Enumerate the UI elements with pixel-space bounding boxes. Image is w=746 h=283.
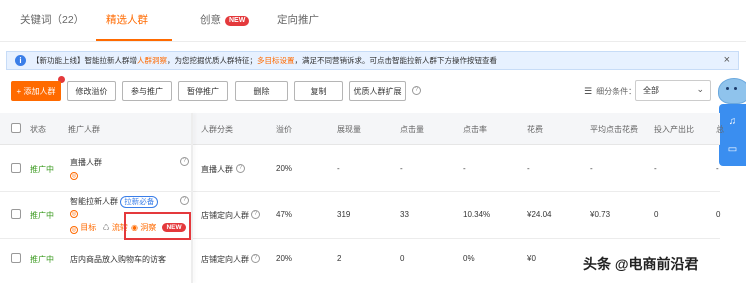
select-all-checkbox[interactable] [11,123,21,133]
help-icon[interactable]: ? [180,157,189,166]
tab-creative-label: 创意 [200,14,221,26]
impressions-value: 319 [337,210,351,219]
audience-category: 店铺定向人群 [201,255,249,264]
filter-select[interactable]: 全部 ⌄ [635,80,711,101]
audience-name: 直播人群 [70,158,102,167]
side-float-panel: ♫ ▭ [719,104,746,166]
audience-name: 智能拉新人群 [70,197,118,206]
delete-button[interactable]: 删除 [235,81,288,101]
tab-selected-audience[interactable]: 精选人群 [106,12,148,27]
notice-text: 【新功能上线】智能拉新人群增人群洞察，为您挖掘优质人群特征；多目标设置，满足不同… [32,55,497,66]
join-promotion-button[interactable]: 参与推广 [122,81,172,101]
impressions-value: 2 [337,254,342,263]
list-icon: ☰ [584,86,593,96]
clicks-value: 33 [400,210,409,219]
col-total: 总 [716,125,724,134]
close-icon[interactable]: × [724,54,730,66]
goal-action[interactable]: 目标 [80,223,96,232]
ctr-value: 0% [463,254,475,263]
filter-select-value: 全部 [643,86,659,95]
help-icon[interactable]: ? [251,254,260,263]
target-icon[interactable]: ◎ [70,210,78,218]
audience-name: 店内商品放入购物车的访客 [70,255,166,264]
filter-label-text: 细分条件： [596,87,637,96]
audience-name-cell: 智能拉新人群 拉新必备 [70,196,159,208]
table-row: 推广中 智能拉新人群 拉新必备 ? ◎ ◎ 目标 ♺ 流转 ◉ 洞察 NEW 店… [0,192,720,239]
cost-value: ¥24.04 [527,210,552,219]
watermark: 头条 @电商前沿君 [583,256,699,272]
notice-banner: i 【新功能上线】智能拉新人群增人群洞察，为您挖掘优质人群特征；多目标设置，满足… [6,51,739,70]
frozen-column-divider [191,113,193,283]
insight-highlight-box [124,212,191,240]
col-status: 状态 [30,125,46,134]
status-label[interactable]: 推广中 [30,164,54,175]
roi-value: - [654,164,657,173]
col-impressions: 展现量 [337,125,361,134]
ctr-value: - [463,164,466,173]
row-checkbox[interactable] [11,209,21,219]
mascot-icon[interactable] [718,78,746,104]
tab-bar: 关键词（22） 精选人群 创意 NEW 定向推广 [0,0,746,42]
notice-suffix: ，满足不同营销诉求。可点击智能拉新人群下方操作按钮查看 [294,56,498,65]
col-category: 人群分类 [201,125,233,134]
flow-icon: ♺ [102,223,110,232]
status-label[interactable]: 推广中 [30,254,54,265]
add-audience-button[interactable]: + 添加人群 [11,81,61,101]
active-tab-indicator [96,39,172,41]
tab-creative[interactable]: 创意 NEW [200,12,250,27]
row-checkbox[interactable] [11,163,21,173]
tab-targeted-promotion[interactable]: 定向推广 [277,12,319,27]
target-icon[interactable]: ◎ [70,172,78,180]
help-icon[interactable]: ? [412,86,421,95]
audience-tag: 拉新必备 [120,196,159,208]
audience-category: 直播人群 [201,165,233,174]
impressions-value: - [337,164,340,173]
total-value: 0 [716,210,721,219]
col-ctr: 点击率 [463,125,487,134]
roi-value: 0 [654,210,659,219]
clicks-value: 0 [400,254,405,263]
notice-link-insight[interactable]: 人群洞察 [137,56,167,65]
ctr-value: 10.34% [463,210,491,219]
col-audience: 推广人群 [68,125,100,134]
filter-label: ☰ 细分条件： [584,86,636,97]
row-actions: ◎ 目标 ♺ 流转 [70,222,128,234]
col-roi: 投入产出比 [654,125,694,134]
bell-icon[interactable]: ♫ [727,116,738,127]
audience-category: 店铺定向人群 [201,211,249,220]
table-header: 状态 推广人群 人群分类 溢价 展现量 点击量 点击率 花费 平均点击花费 投入… [0,113,724,145]
info-icon: i [15,55,26,66]
help-icon[interactable]: ? [251,210,260,219]
cpc-value: - [590,164,593,173]
premium-value[interactable]: 20% [276,254,292,263]
total-value: - [716,164,719,173]
notice-prefix: 【新功能上线】智能拉新人群增 [32,56,137,65]
notice-mid: ，为您挖掘优质人群特征； [167,56,257,65]
status-label[interactable]: 推广中 [30,210,54,221]
goal-icon: ◎ [70,226,78,234]
row-checkbox[interactable] [11,253,21,263]
clicks-value: - [400,164,403,173]
notice-link-goals[interactable]: 多目标设置 [257,56,295,65]
help-icon[interactable]: ? [180,196,189,205]
tab-keywords[interactable]: 关键词（22） [20,12,84,27]
premium-value[interactable]: 20% [276,164,292,173]
expand-audience-button[interactable]: 优质人群扩展 [349,81,406,101]
table-row: 推广中 直播人群 ? ◎ 直播人群 ? 20% - - - - - - - [0,145,720,192]
modify-premium-button[interactable]: 修改溢价 [67,81,116,101]
premium-value[interactable]: 47% [276,210,292,219]
chevron-down-icon: ⌄ [696,84,704,94]
chat-icon[interactable]: ▭ [727,144,738,155]
pause-promotion-button[interactable]: 暂停推广 [178,81,228,101]
cost-value: - [527,164,530,173]
copy-button[interactable]: 复制 [294,81,343,101]
col-cpc: 平均点击花费 [590,125,638,134]
new-badge: NEW [225,16,250,26]
col-clicks: 点击量 [400,125,424,134]
help-icon[interactable]: ? [236,164,245,173]
col-cost: 花费 [527,125,543,134]
cpc-value: ¥0.73 [590,210,611,219]
col-premium: 溢价 [276,125,292,134]
cost-value: ¥0 [527,254,536,263]
